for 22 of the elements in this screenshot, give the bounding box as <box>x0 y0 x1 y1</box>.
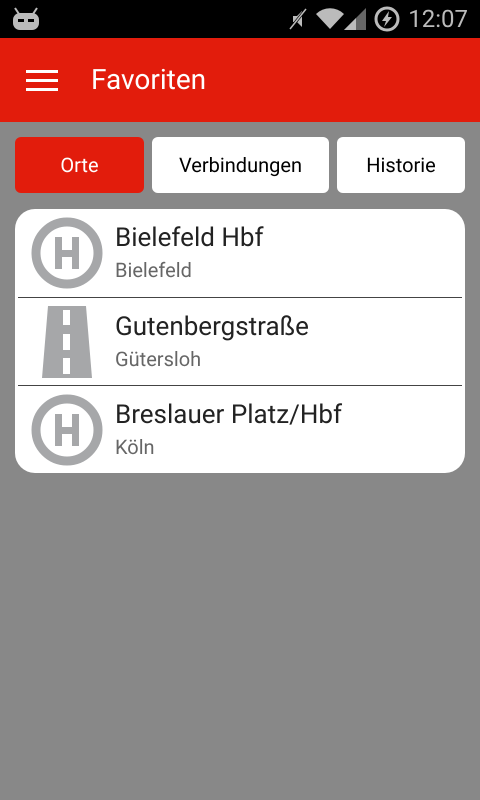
city-name: Köln <box>115 434 156 460</box>
battery-charging-icon <box>374 6 400 32</box>
tab[interactable]: Verbindungen <box>152 137 329 193</box>
favorite-item[interactable]: Bielefeld Hbf Bielefeld <box>18 209 462 297</box>
city-name: Gütersloh <box>115 346 202 372</box>
place-name: Gutenbergstraße <box>115 310 309 344</box>
favorite-item[interactable]: Breslauer Platz/Hbf Köln <box>18 385 462 473</box>
place-name: Breslauer Platz/Hbf <box>115 398 342 432</box>
menu-button[interactable] <box>26 70 58 90</box>
tab[interactable]: Orte <box>15 137 144 193</box>
muted-icon <box>288 7 308 31</box>
favorite-item[interactable]: Gutenbergstraße Gütersloh <box>18 297 462 385</box>
clock-time: 12:07 <box>408 4 468 35</box>
screen-title: Favoriten <box>91 62 206 98</box>
road-icon <box>42 306 92 378</box>
stop-sign-icon <box>30 217 102 289</box>
tab[interactable]: Historie <box>337 137 465 193</box>
robot-head-icon <box>12 7 40 31</box>
place-name: Bielefeld Hbf <box>115 222 264 255</box>
signal-icon <box>344 8 366 30</box>
city-name: Bielefeld <box>115 257 193 284</box>
stop-sign-icon <box>30 394 102 466</box>
